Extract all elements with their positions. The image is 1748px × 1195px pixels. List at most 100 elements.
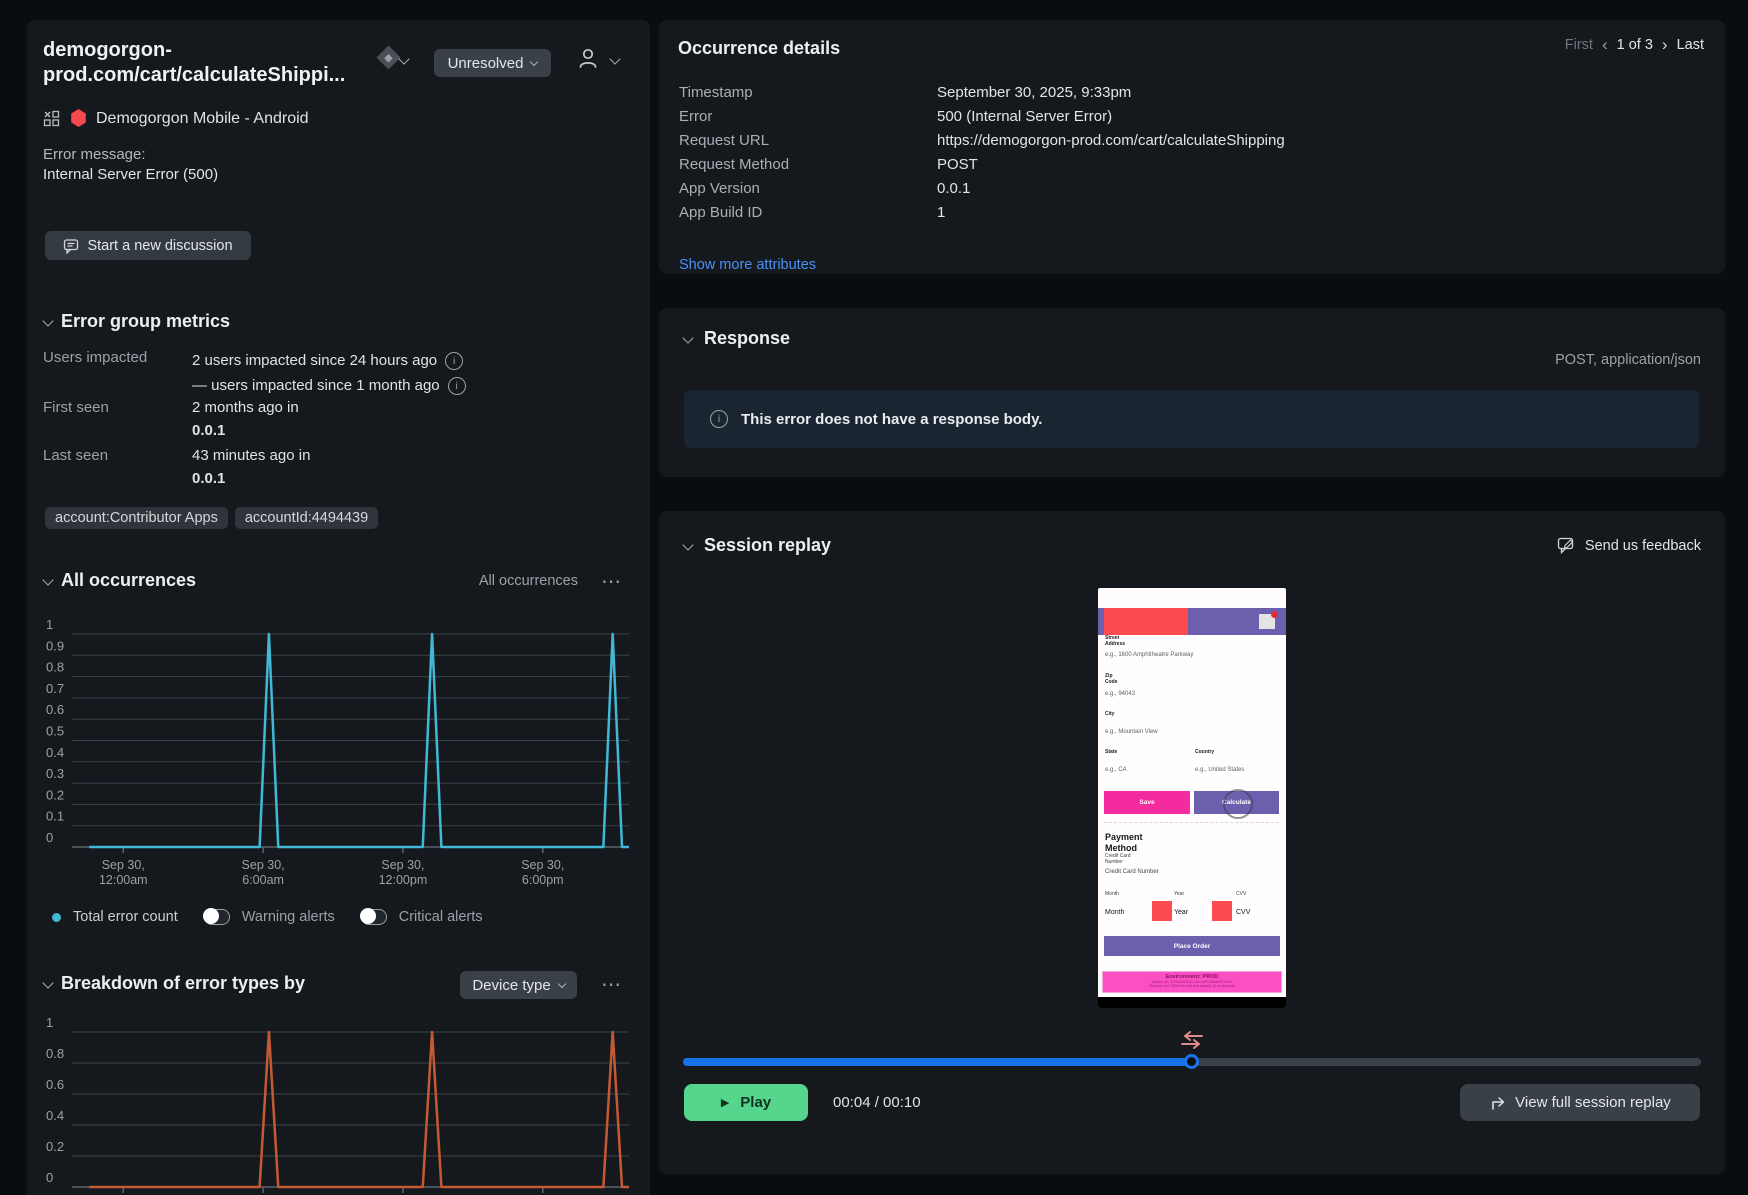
svg-text:Sep 30,: Sep 30, [521, 858, 564, 872]
view-full-replay-button[interactable]: View full session replay [1460, 1084, 1700, 1121]
error-message-label: Error message: [43, 146, 146, 163]
detail-row-request-url: Request URL https://demogorgon-prod.com/… [679, 128, 1705, 152]
phone-divider [1104, 822, 1279, 823]
occurrences-heading: All occurrences [61, 570, 197, 590]
phone-cvv-tiny-label: CVV [1236, 891, 1247, 897]
start-discussion-label: Start a new discussion [87, 237, 233, 254]
phone-card-label: Credit Card Number [1105, 853, 1131, 865]
assignee-user-icon[interactable] [576, 46, 600, 70]
status-dropdown-label: Unresolved [447, 54, 524, 72]
detail-value: 500 (Internal Server Error) [937, 107, 1113, 125]
phone-save-button: Save [1104, 791, 1190, 814]
device-type-dropdown[interactable]: Device type [460, 971, 577, 999]
detail-row-error: Error 500 (Internal Server Error) [679, 104, 1705, 128]
collapse-chevron-icon[interactable] [682, 539, 694, 551]
replay-phone-frame: Street Address e.g., 1600 Amphitheatre P… [1098, 588, 1286, 1008]
error-group-panel: demogorgon- prod.com/cart/calculateShipp… [27, 20, 650, 1195]
svg-text:12:00pm: 12:00pm [379, 873, 428, 887]
first-seen-version: 0.0.1 [192, 422, 226, 439]
info-icon[interactable]: i [447, 376, 466, 395]
phone-cvv-field: CVV [1236, 909, 1251, 916]
response-heading: Response [704, 328, 791, 348]
svg-text:0.9: 0.9 [46, 638, 64, 653]
device-type-label: Device type [472, 976, 551, 994]
detail-value: 1 [937, 203, 946, 221]
first-seen-label: First seen [43, 399, 109, 416]
users-impacted-1mo: — users impacted since 1 month ago [192, 377, 440, 394]
collapse-chevron-icon[interactable] [42, 315, 54, 327]
svg-text:1: 1 [46, 617, 53, 632]
detail-row-timestamp: Timestamp September 30, 2025, 9:33pm [679, 80, 1705, 104]
error-group-title-line1: demogorgon- [43, 39, 172, 61]
response-meta: POST, application/json [1555, 352, 1701, 368]
chevron-down-icon[interactable] [609, 53, 621, 65]
status-dropdown[interactable]: Unresolved [434, 49, 551, 77]
send-feedback-label: Send us feedback [1584, 538, 1701, 554]
phone-env-line3: Request: 0 of 10000 ms limit (not loaded… [1149, 984, 1235, 988]
phone-city-label: City [1105, 711, 1115, 717]
legend-total-label: Total error count [73, 909, 178, 925]
response-empty-banner: i This error does not have a response bo… [684, 390, 1699, 448]
send-feedback-link[interactable]: Send us feedback [1557, 537, 1701, 555]
phone-country-placeholder: e.g., United States [1195, 767, 1245, 773]
svg-text:0: 0 [46, 1170, 53, 1185]
info-icon[interactable]: i [445, 351, 464, 370]
error-details-page: demogorgon- prod.com/cart/calculateShipp… [0, 0, 1748, 1195]
phone-header-app-icon [1259, 611, 1278, 629]
pagination-last-button[interactable]: Last [1677, 37, 1704, 53]
app-name-label: Demogorgon Mobile - Android [96, 110, 309, 127]
pagination-next-button[interactable]: › [1662, 35, 1668, 55]
phone-year-redaction [1152, 901, 1172, 921]
feedback-icon [1557, 537, 1574, 555]
detail-row-app-version: App Version 0.0.1 [679, 176, 1705, 200]
breakdown-menu-button[interactable]: ⋯ [601, 972, 622, 997]
start-discussion-button[interactable]: Start a new discussion [45, 231, 251, 260]
svg-text:0.6: 0.6 [46, 702, 64, 717]
pagination-first-button[interactable]: First [1565, 37, 1593, 53]
error-message-value: Internal Server Error (500) [43, 166, 219, 183]
error-group-grid-icon [43, 110, 60, 127]
replay-slider-track[interactable] [683, 1054, 1701, 1069]
session-replay-panel: Session replay Send us feedback Street A… [659, 511, 1725, 1174]
legend-warning-label: Warning alerts [241, 909, 335, 925]
replay-loop-icon [1181, 1031, 1203, 1049]
collapse-chevron-icon[interactable] [682, 332, 694, 344]
detail-label: App Build ID [679, 203, 763, 221]
phone-card-placeholder: Credit Card Number [1105, 869, 1159, 875]
tag-account-id[interactable]: accountId:4494439 [234, 507, 379, 529]
legend-critical-label: Critical alerts [398, 909, 483, 925]
warning-alerts-toggle[interactable] [202, 908, 230, 925]
touch-indicator [1223, 789, 1253, 819]
priority-diamond-icon[interactable] [376, 45, 401, 70]
svg-text:0.6: 0.6 [46, 1077, 64, 1092]
play-button-label: Play [740, 1094, 772, 1111]
phone-cvv-redaction [1212, 901, 1232, 921]
first-seen-value: 2 months ago in [192, 399, 299, 416]
users-impacted-label: Users impacted [43, 349, 148, 366]
phone-env-banner: Environment: PROD Session ID: 2279d439-f… [1102, 971, 1282, 993]
critical-alerts-toggle[interactable] [359, 908, 387, 925]
pagination-prev-button[interactable]: ‹ [1602, 35, 1608, 55]
svg-text:6:00pm: 6:00pm [522, 873, 564, 887]
svg-text:0.2: 0.2 [46, 1139, 64, 1154]
tag-account[interactable]: account:Contributor Apps [45, 507, 228, 529]
svg-text:1: 1 [46, 1015, 53, 1030]
response-panel: Response POST, application/json i This e… [659, 308, 1725, 477]
detail-label: Request URL [679, 131, 770, 149]
chevron-down-icon[interactable] [398, 53, 410, 65]
detail-label: Request Method [679, 155, 790, 173]
chevron-down-icon [530, 57, 539, 66]
app-hexagon-icon [71, 109, 86, 127]
replay-slider-handle[interactable] [1184, 1054, 1199, 1069]
collapse-chevron-icon[interactable] [42, 977, 54, 989]
external-arrow-icon [1492, 1096, 1505, 1110]
play-button[interactable]: ▶ Play [684, 1084, 808, 1121]
collapse-chevron-icon[interactable] [42, 574, 54, 586]
occurrences-menu-button[interactable]: ⋯ [601, 569, 622, 594]
phone-place-order-button: Place Order [1104, 936, 1280, 956]
show-more-attributes-link[interactable]: Show more attributes [679, 257, 816, 273]
svg-text:Sep 30,: Sep 30, [102, 858, 145, 872]
phone-year-tiny-label: Year [1174, 891, 1185, 897]
info-icon: i [710, 410, 728, 428]
session-replay-heading: Session replay [704, 535, 832, 555]
